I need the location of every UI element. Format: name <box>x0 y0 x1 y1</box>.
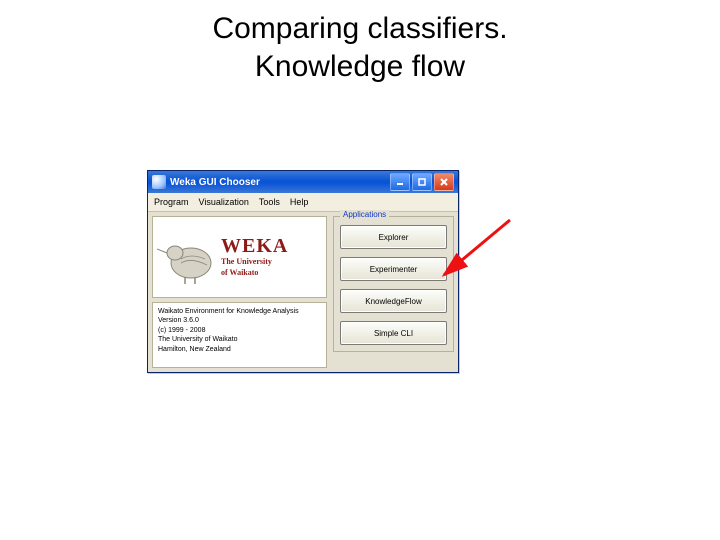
explorer-button[interactable]: Explorer <box>340 225 447 249</box>
app-icon <box>152 175 166 189</box>
maximize-icon <box>417 177 427 187</box>
weka-gui-chooser-window: Weka GUI Chooser Program Visualization T… <box>147 170 459 373</box>
brand-sub2: of Waikato <box>221 269 322 278</box>
minimize-button[interactable] <box>390 173 410 191</box>
brand-block: WEKA The University of Waikato <box>221 236 322 278</box>
close-button[interactable] <box>434 173 454 191</box>
menu-visualization[interactable]: Visualization <box>199 193 249 211</box>
weka-bird-icon <box>157 229 217 285</box>
slide-title: Comparing classifiers. Knowledge flow <box>0 10 720 85</box>
about-line1: Waikato Environment for Knowledge Analys… <box>158 307 321 316</box>
maximize-button[interactable] <box>412 173 432 191</box>
applications-legend: Applications <box>340 210 389 219</box>
slide-title-line1: Comparing classifiers. <box>212 12 507 45</box>
knowledgeflow-button[interactable]: KnowledgeFlow <box>340 289 447 313</box>
brand-sub1: The University <box>221 258 322 267</box>
slide-title-line2: Knowledge flow <box>255 50 465 83</box>
left-column: WEKA The University of Waikato Waikato E… <box>152 216 327 368</box>
brand-name: WEKA <box>221 236 322 256</box>
simplecli-button[interactable]: Simple CLI <box>340 321 447 345</box>
applications-group: Applications Explorer Experimenter Knowl… <box>333 216 454 352</box>
about-panel: Waikato Environment for Knowledge Analys… <box>152 302 327 368</box>
right-column: Applications Explorer Experimenter Knowl… <box>333 216 454 368</box>
window-title: Weka GUI Chooser <box>170 177 386 188</box>
experimenter-button[interactable]: Experimenter <box>340 257 447 281</box>
menu-program[interactable]: Program <box>154 193 189 211</box>
menubar: Program Visualization Tools Help <box>148 193 458 212</box>
about-line2: Version 3.6.0 <box>158 316 321 325</box>
titlebar: Weka GUI Chooser <box>148 171 458 193</box>
about-line3: (c) 1999 - 2008 <box>158 326 321 335</box>
about-line4: The University of Waikato <box>158 335 321 344</box>
close-icon <box>439 177 449 187</box>
client-area: WEKA The University of Waikato Waikato E… <box>148 212 458 372</box>
menu-tools[interactable]: Tools <box>259 193 280 211</box>
logo-panel: WEKA The University of Waikato <box>152 216 327 298</box>
titlebar-buttons <box>390 173 454 191</box>
minimize-icon <box>395 177 405 187</box>
about-line5: Hamilton, New Zealand <box>158 345 321 354</box>
menu-help[interactable]: Help <box>290 193 309 211</box>
